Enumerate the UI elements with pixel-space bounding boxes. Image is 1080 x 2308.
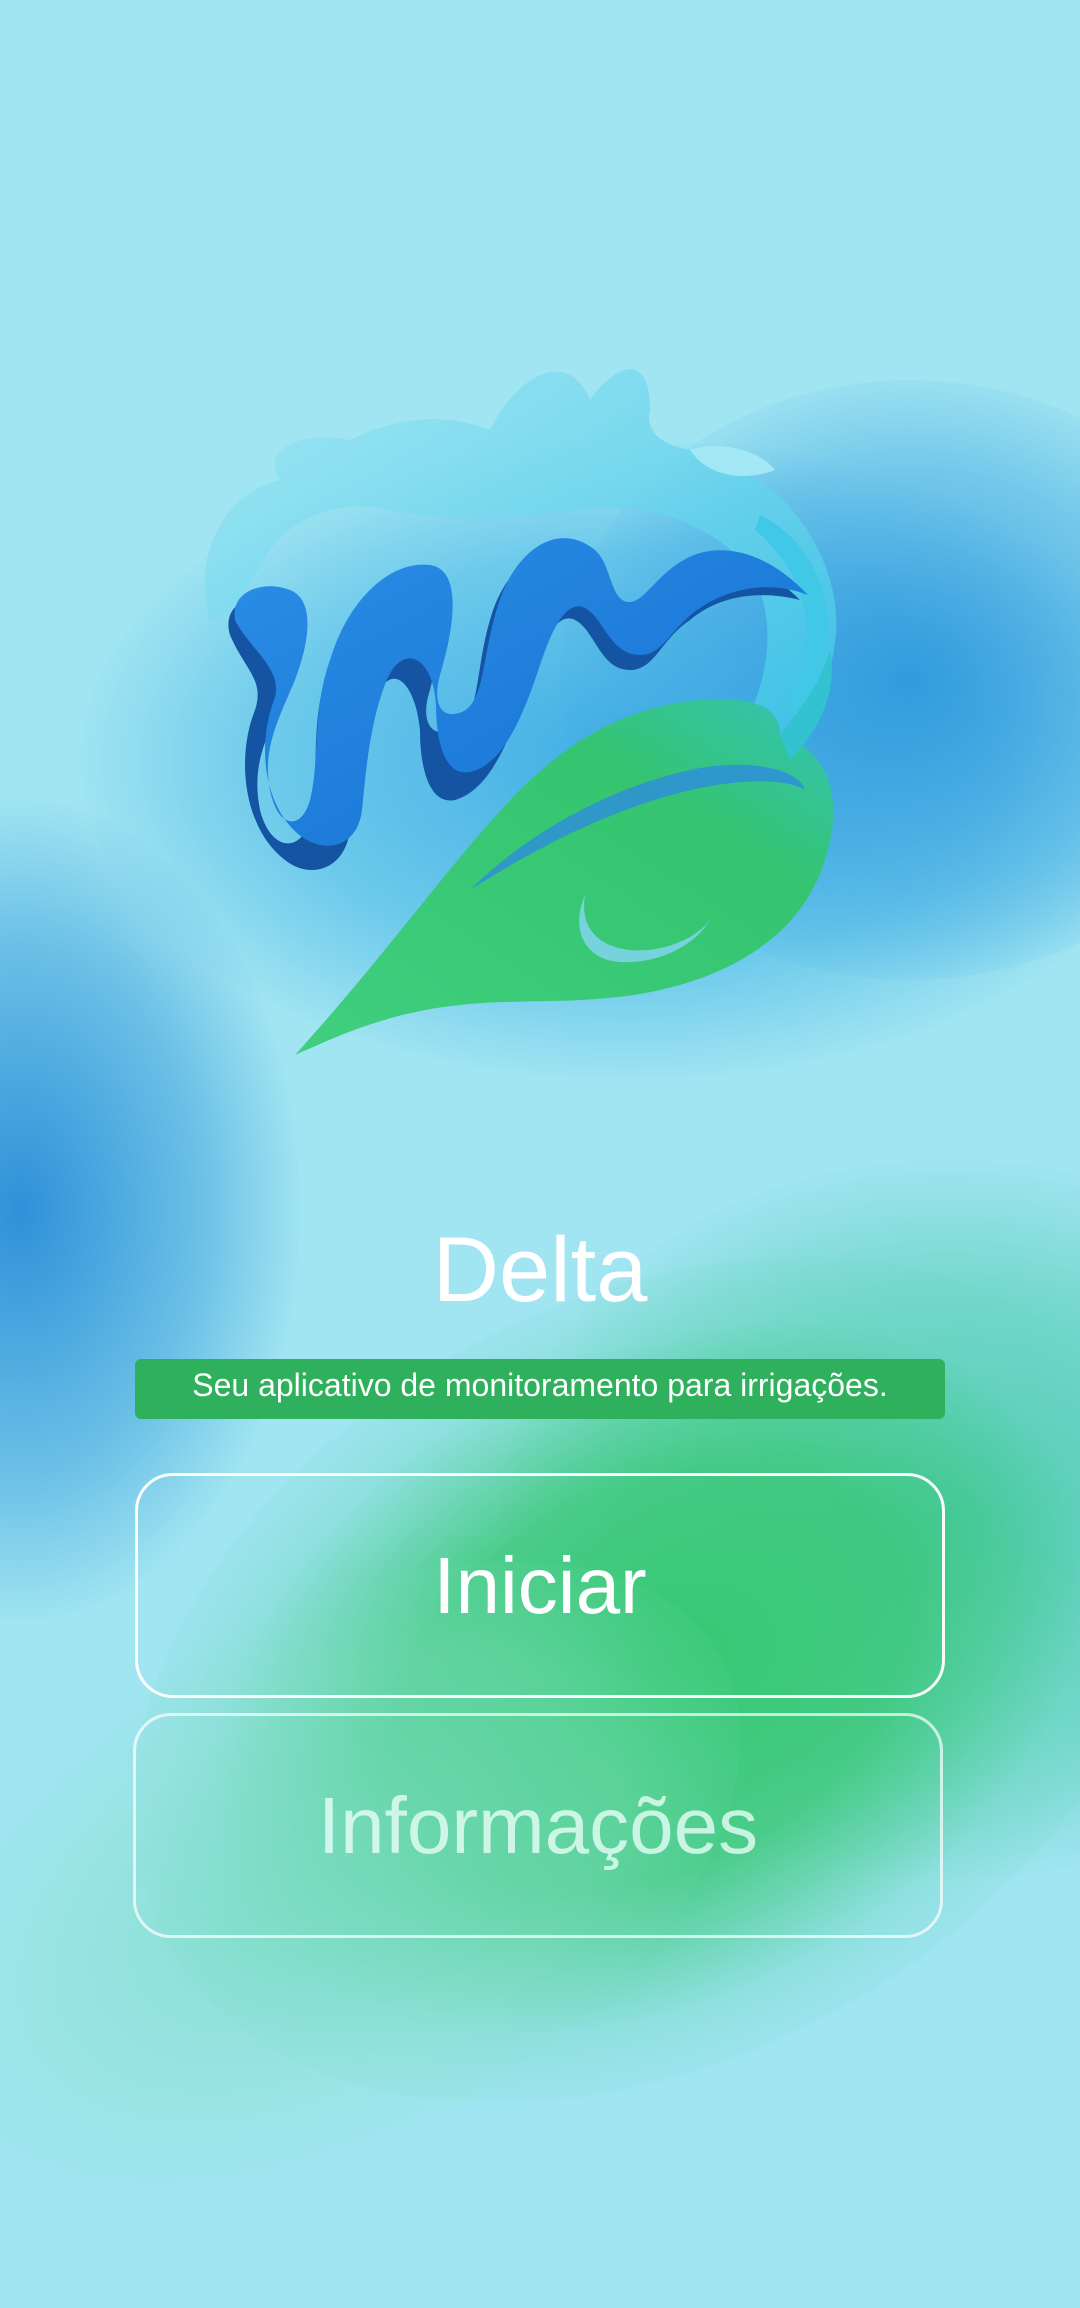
app-title: Delta xyxy=(432,1219,648,1321)
leaf-shape xyxy=(295,699,834,1055)
info-button[interactable]: Informações xyxy=(133,1713,943,1938)
gradient-background xyxy=(0,0,1080,2308)
start-button[interactable]: Iniciar xyxy=(135,1473,945,1698)
tagline: Seu aplicativo de monitoramento para irr… xyxy=(135,1359,945,1419)
water-splash-leaf-logo-icon xyxy=(204,369,837,1055)
